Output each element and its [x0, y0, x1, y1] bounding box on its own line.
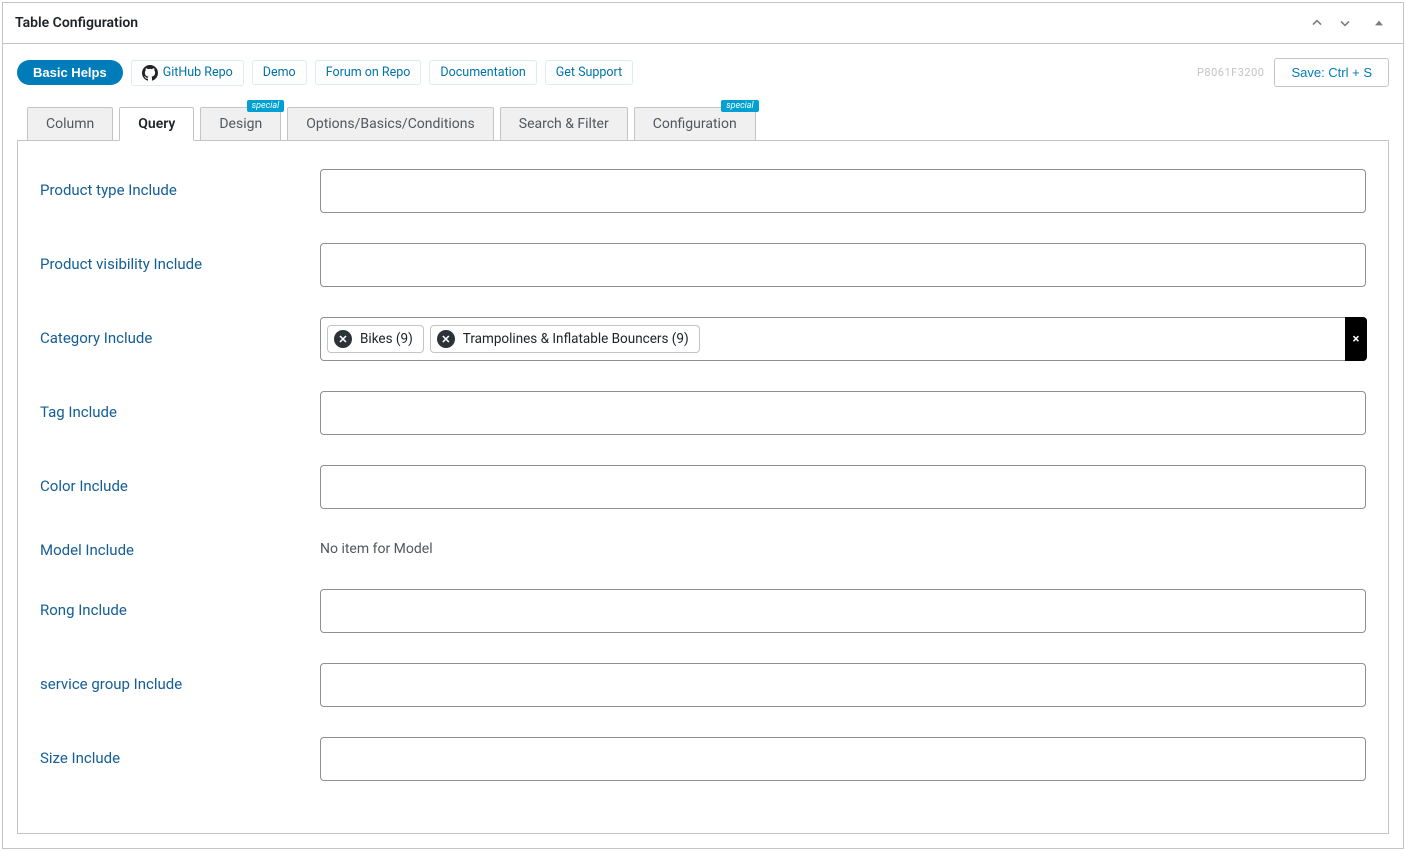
github-repo-link[interactable]: GitHub Repo [131, 60, 244, 86]
github-icon [142, 65, 158, 81]
field-product-visibility [320, 243, 1366, 287]
tab-configuration-badge: special [721, 100, 759, 112]
chip-label: Bikes (9) [360, 331, 413, 347]
panel-body: Basic Helps GitHub Repo Demo Forum on Re… [3, 44, 1403, 848]
tab-content-query: Product type Include Product visibility … [17, 141, 1389, 834]
tag-input[interactable] [320, 391, 1366, 435]
row-size: Size Include [40, 737, 1366, 781]
chip-remove-icon[interactable]: ✕ [437, 330, 455, 348]
tab-design-badge: special [247, 100, 285, 112]
clear-all-button[interactable]: × [1345, 317, 1367, 361]
toolbar-left: Basic Helps GitHub Repo Demo Forum on Re… [17, 60, 633, 86]
row-rong: Rong Include [40, 589, 1366, 633]
documentation-link[interactable]: Documentation [429, 60, 536, 85]
tab-design-label: Design [219, 116, 262, 132]
row-product-visibility: Product visibility Include [40, 243, 1366, 287]
metabox-controls [1305, 11, 1391, 35]
get-support-link[interactable]: Get Support [545, 60, 633, 85]
toolbar: Basic Helps GitHub Repo Demo Forum on Re… [17, 58, 1389, 87]
service-group-input[interactable] [320, 663, 1366, 707]
tab-query[interactable]: Query [119, 107, 194, 141]
tab-options[interactable]: Options/Basics/Conditions [287, 107, 494, 140]
size-input[interactable] [320, 737, 1366, 781]
color-input[interactable] [320, 465, 1366, 509]
label-color: Color Include [40, 465, 320, 495]
field-category: ✕ Bikes (9) ✕ Trampolines & Inflatable B… [320, 317, 1366, 361]
model-empty-text: No item for Model [320, 539, 1366, 557]
tabs: Column Query Design special Options/Basi… [17, 107, 1389, 141]
row-tag: Tag Include [40, 391, 1366, 435]
metabox-header: Table Configuration [3, 3, 1403, 44]
label-product-type: Product type Include [40, 169, 320, 199]
field-service-group [320, 663, 1366, 707]
tab-configuration[interactable]: Configuration special [634, 107, 756, 140]
hash-label: P8061F3200 [1197, 66, 1264, 79]
label-rong: Rong Include [40, 589, 320, 619]
row-service-group: service group Include [40, 663, 1366, 707]
tab-column[interactable]: Column [27, 107, 113, 140]
chip-remove-icon[interactable]: ✕ [334, 330, 352, 348]
label-category: Category Include [40, 317, 320, 347]
label-tag: Tag Include [40, 391, 320, 421]
metabox-title: Table Configuration [15, 15, 138, 31]
row-model: Model Include No item for Model [40, 539, 1366, 559]
row-category: Category Include ✕ Bikes (9) ✕ Trampolin… [40, 317, 1366, 361]
tab-configuration-label: Configuration [653, 116, 737, 132]
row-color: Color Include [40, 465, 1366, 509]
field-product-type [320, 169, 1366, 213]
label-model: Model Include [40, 539, 320, 559]
basic-helps-button[interactable]: Basic Helps [17, 60, 123, 85]
table-configuration-metabox: Table Configuration Basic Helps GitHub R… [2, 2, 1404, 849]
github-repo-label: GitHub Repo [163, 65, 233, 80]
chip-label: Trampolines & Inflatable Bouncers (9) [463, 331, 689, 347]
field-model: No item for Model [320, 539, 1366, 557]
demo-link[interactable]: Demo [252, 60, 307, 85]
toggle-panel-icon[interactable] [1367, 11, 1391, 35]
move-up-icon[interactable] [1305, 11, 1329, 35]
label-product-visibility: Product visibility Include [40, 243, 320, 273]
tab-search[interactable]: Search & Filter [500, 107, 628, 140]
field-rong [320, 589, 1366, 633]
field-color [320, 465, 1366, 509]
forum-link[interactable]: Forum on Repo [315, 60, 422, 85]
product-type-input[interactable] [320, 169, 1366, 213]
toolbar-right: P8061F3200 Save: Ctrl + S [1197, 58, 1389, 87]
field-tag [320, 391, 1366, 435]
tab-design[interactable]: Design special [200, 107, 281, 140]
row-product-type: Product type Include [40, 169, 1366, 213]
product-visibility-input[interactable] [320, 243, 1366, 287]
category-input[interactable]: ✕ Bikes (9) ✕ Trampolines & Inflatable B… [320, 317, 1366, 361]
label-size: Size Include [40, 737, 320, 767]
label-service-group: service group Include [40, 663, 320, 693]
chip-bikes: ✕ Bikes (9) [327, 325, 424, 353]
field-size [320, 737, 1366, 781]
rong-input[interactable] [320, 589, 1366, 633]
chip-trampolines: ✕ Trampolines & Inflatable Bouncers (9) [430, 325, 700, 353]
move-down-icon[interactable] [1333, 11, 1357, 35]
save-button[interactable]: Save: Ctrl + S [1274, 58, 1389, 87]
